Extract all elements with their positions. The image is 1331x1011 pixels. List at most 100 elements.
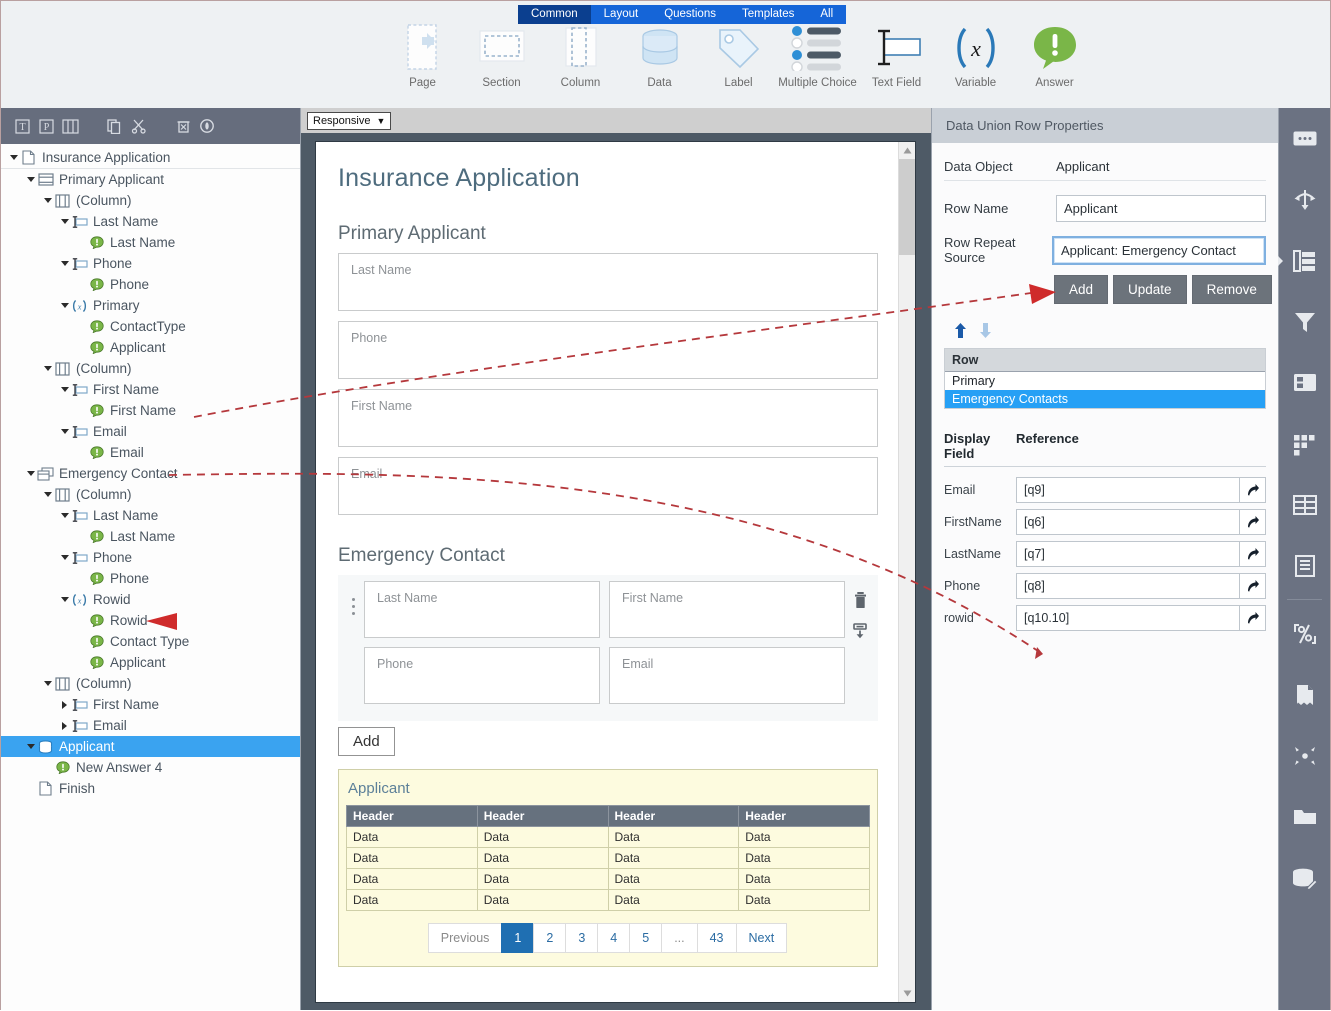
pagination-page-3[interactable]: 3	[565, 923, 599, 953]
ec-phone-field[interactable]: Phone	[364, 647, 600, 704]
tree-node-first-name[interactable]: First Name	[1, 694, 300, 715]
reference-picker-icon[interactable]	[1240, 605, 1266, 631]
update-row-button[interactable]: Update	[1113, 275, 1187, 304]
blocks-grid-icon[interactable]	[1279, 413, 1330, 474]
tree-node-first-name[interactable]: First Name	[1, 379, 300, 400]
ribbon-item-variable[interactable]: x Variable	[936, 23, 1015, 89]
pagination-page-5[interactable]: 5	[629, 923, 663, 953]
first-name-field[interactable]: First Name	[338, 389, 878, 447]
columns-tool-icon[interactable]	[61, 116, 81, 136]
chevron-down-icon[interactable]	[59, 597, 70, 602]
ribbon-tab-questions[interactable]: Questions	[651, 5, 729, 24]
ribbon-tab-all[interactable]: All	[807, 5, 846, 24]
ribbon-tab-templates[interactable]: Templates	[729, 5, 807, 24]
tree-node-column[interactable]: (Column)	[1, 190, 300, 211]
tree-node-phone[interactable]: Phone	[1, 253, 300, 274]
pagination-page-4[interactable]: 4	[597, 923, 631, 953]
tree-node-column[interactable]: (Column)	[1, 484, 300, 505]
ribbon-item-text-field[interactable]: Text Field	[857, 23, 936, 89]
pagination-page-1[interactable]: 1	[501, 923, 535, 953]
move-down-icon[interactable]	[979, 322, 992, 344]
delete-row-icon[interactable]	[853, 591, 868, 614]
scrollbar-thumb[interactable]	[899, 159, 915, 255]
tree-node-phone[interactable]: Phone	[1, 274, 300, 295]
email-field[interactable]: Email	[338, 457, 878, 515]
chevron-down-icon[interactable]	[59, 261, 70, 266]
tree-node-first-name[interactable]: First Name	[1, 400, 300, 421]
ribbon-item-page[interactable]: Page	[383, 23, 462, 89]
document-lines-icon[interactable]	[1279, 535, 1330, 596]
ribbon-tab-layout[interactable]: Layout	[591, 5, 652, 24]
ec-last-name-field[interactable]: Last Name	[364, 581, 600, 638]
expand-arrows-icon[interactable]	[1279, 725, 1330, 786]
tree-node-column[interactable]: (Column)	[1, 358, 300, 379]
tree-node-last-name[interactable]: Last Name	[1, 211, 300, 232]
scroll-down-arrow-icon[interactable]	[899, 985, 915, 1002]
percent-brackets-icon[interactable]	[1279, 603, 1330, 664]
tree-node-applicant[interactable]: Applicant	[1, 652, 300, 673]
tree-node-phone[interactable]: Phone	[1, 568, 300, 589]
ribbon-item-column[interactable]: Column	[541, 23, 620, 89]
chevron-down-icon[interactable]	[59, 219, 70, 224]
chevron-down-icon[interactable]	[25, 177, 36, 182]
chevron-down-icon[interactable]	[59, 513, 70, 518]
info-tool-icon[interactable]	[197, 116, 217, 136]
table-grid-icon[interactable]	[1279, 474, 1330, 535]
row-repeat-source-input[interactable]: Applicant: Emergency Contact	[1052, 235, 1266, 265]
chevron-down-icon[interactable]	[59, 429, 70, 434]
cut-tool-icon[interactable]	[129, 116, 149, 136]
tree-node-email[interactable]: Email	[1, 442, 300, 463]
ec-email-field[interactable]: Email	[609, 647, 845, 704]
layout-panel-icon[interactable]	[1279, 352, 1330, 413]
tree-node-last-name[interactable]: Last Name	[1, 526, 300, 547]
reference-input[interactable]: [q8]	[1016, 573, 1240, 599]
tree-node-applicant[interactable]: Applicant	[1, 337, 300, 358]
chevron-down-icon[interactable]	[59, 387, 70, 392]
tree-node-new-answer-4[interactable]: New Answer 4	[1, 757, 300, 778]
chevron-right-icon[interactable]	[59, 700, 70, 709]
add-row-button[interactable]: Add	[1054, 275, 1109, 304]
reference-picker-icon[interactable]	[1240, 541, 1266, 567]
copy-tool-icon[interactable]	[105, 116, 125, 136]
chevron-down-icon[interactable]	[42, 492, 53, 497]
database-edit-icon[interactable]	[1279, 847, 1330, 908]
chevron-down-icon[interactable]	[25, 471, 36, 476]
structure-tree-list[interactable]: Insurance Application Primary Applicant (C…	[1, 144, 300, 1010]
reference-input[interactable]: [q6]	[1016, 509, 1240, 535]
tree-node-contact-type[interactable]: Contact Type	[1, 631, 300, 652]
ribbon-item-answer[interactable]: Answer	[1015, 23, 1094, 89]
tree-node-last-name[interactable]: Last Name	[1, 232, 300, 253]
row-list-item[interactable]: Emergency Contacts	[945, 390, 1265, 408]
insert-row-below-icon[interactable]	[852, 623, 868, 644]
report-page-icon[interactable]	[1279, 664, 1330, 725]
chevron-down-icon[interactable]	[42, 198, 53, 203]
tree-node-insurance-application[interactable]: Insurance Application	[1, 146, 300, 169]
reference-input[interactable]: [q10.10]	[1016, 605, 1240, 631]
delete-tool-icon[interactable]	[173, 116, 193, 136]
device-select[interactable]: Responsive ▼	[307, 111, 392, 130]
tree-node-contacttype[interactable]: ContactType	[1, 316, 300, 337]
folder-icon[interactable]	[1279, 786, 1330, 847]
row-list-item[interactable]: Primary	[945, 372, 1265, 390]
chevron-down-icon[interactable]	[42, 681, 53, 686]
reference-input[interactable]: [q9]	[1016, 477, 1240, 503]
reference-picker-icon[interactable]	[1240, 509, 1266, 535]
chevron-right-icon[interactable]	[59, 721, 70, 730]
chevron-down-icon[interactable]	[8, 154, 19, 160]
ribbon-item-label[interactable]: Label	[699, 23, 778, 89]
tree-node-column[interactable]: (Column)	[1, 673, 300, 694]
properties-icon[interactable]	[1279, 108, 1330, 169]
tree-node-emergency-contact[interactable]: Emergency Contact	[1, 463, 300, 484]
tree-node-rowid[interactable]: x Rowid	[1, 589, 300, 610]
tree-node-primary[interactable]: x Primary	[1, 295, 300, 316]
last-name-field[interactable]: Last Name	[338, 253, 878, 311]
reference-picker-icon[interactable]	[1240, 477, 1266, 503]
ec-first-name-field[interactable]: First Name	[609, 581, 845, 638]
tree-node-finish[interactable]: Finish	[1, 778, 300, 799]
tree-node-rowid[interactable]: Rowid	[1, 610, 300, 631]
tree-node-primary-applicant[interactable]: Primary Applicant	[1, 169, 300, 190]
reference-picker-icon[interactable]	[1240, 573, 1266, 599]
reference-input[interactable]: [q7]	[1016, 541, 1240, 567]
tree-node-email[interactable]: Email	[1, 715, 300, 736]
form-vertical-scrollbar[interactable]	[898, 142, 915, 1002]
